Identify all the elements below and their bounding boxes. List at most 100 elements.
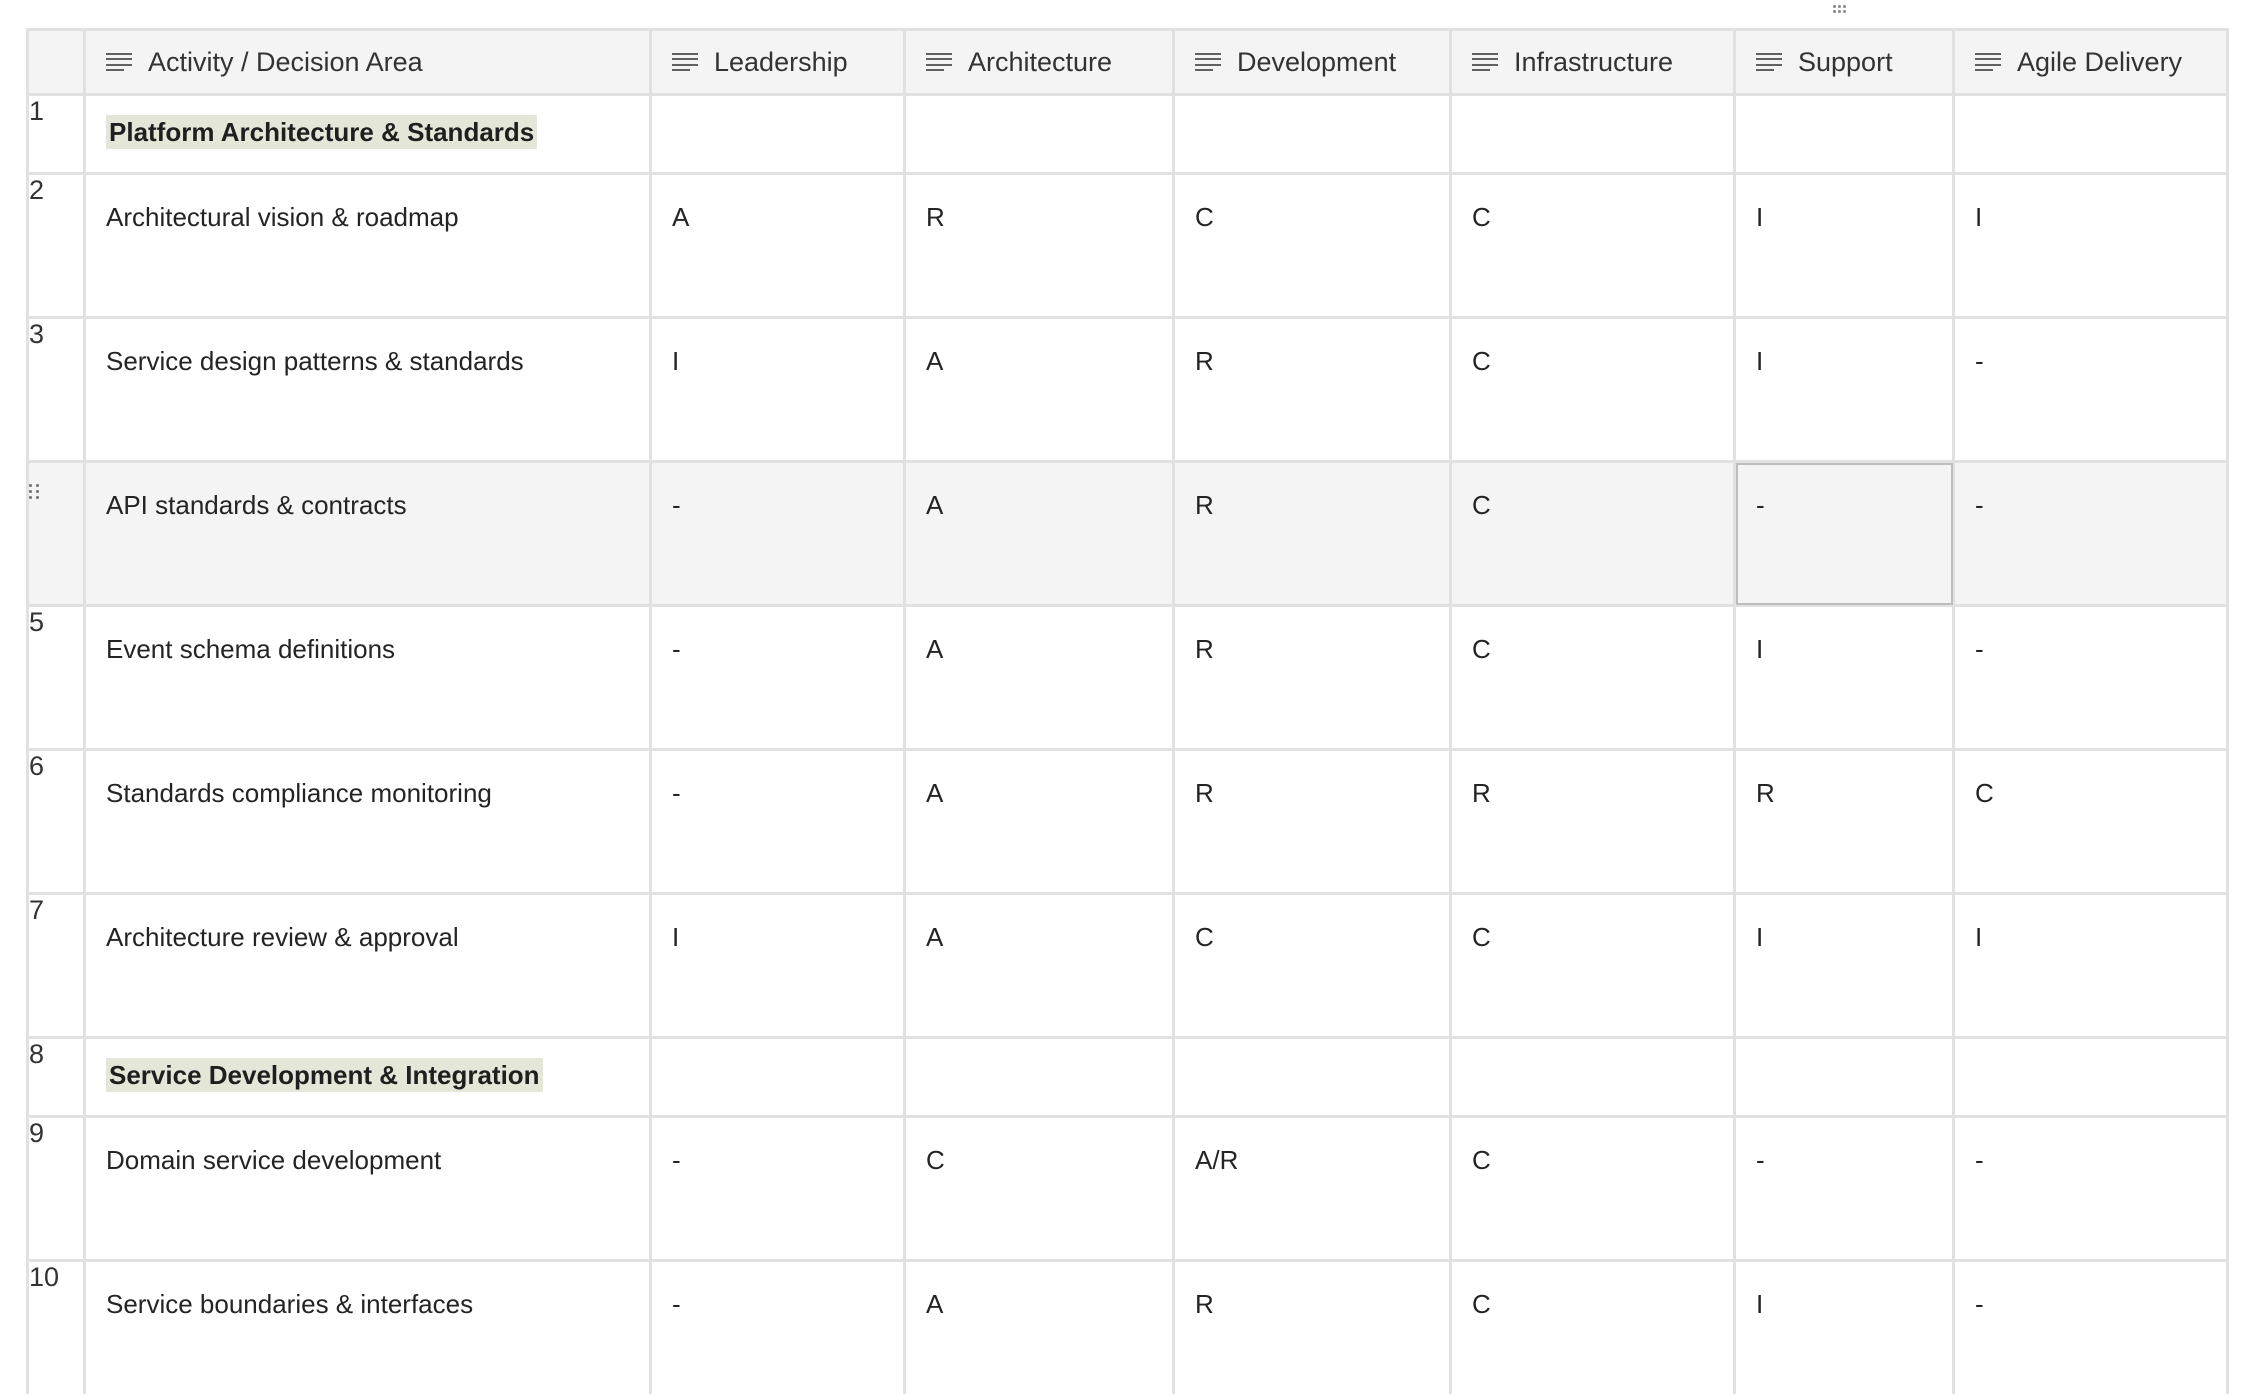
row-number: 10: [26, 1259, 86, 1394]
table-cell[interactable]: A: [649, 172, 906, 319]
table-cell[interactable]: C: [1449, 604, 1736, 751]
table-cell[interactable]: -: [649, 604, 906, 751]
table-cell[interactable]: A/R: [1172, 1115, 1452, 1262]
table-cell[interactable]: I: [1733, 172, 1955, 319]
table-cell[interactable]: A: [903, 460, 1175, 607]
table-cell[interactable]: I: [1952, 892, 2229, 1039]
table-cell[interactable]: [1449, 1036, 1736, 1118]
table-cell[interactable]: [1449, 93, 1736, 175]
table-cell[interactable]: R: [1172, 604, 1452, 751]
table-row[interactable]: 5 Event schema definitions - A R C I -: [26, 604, 2229, 751]
table-row[interactable]: 10 Service boundaries & interfaces - A R…: [26, 1259, 2229, 1394]
raci-value: I: [1975, 202, 1983, 232]
table-cell[interactable]: -: [1952, 604, 2229, 751]
table-cell[interactable]: [903, 1036, 1175, 1118]
table-cell[interactable]: [649, 93, 906, 175]
table-cell[interactable]: [1172, 93, 1452, 175]
text-field-icon: [672, 53, 698, 71]
table-cell[interactable]: [1733, 1036, 1955, 1118]
table-cell[interactable]: I: [1733, 316, 1955, 463]
column-header-development[interactable]: Development: [1172, 28, 1452, 96]
column-header-infrastructure[interactable]: Infrastructure: [1449, 28, 1736, 96]
table-cell[interactable]: -: [1733, 1115, 1955, 1262]
table-cell[interactable]: A: [903, 316, 1175, 463]
table-cell[interactable]: I: [1952, 172, 2229, 319]
section-row[interactable]: 8 Service Development & Integration: [26, 1036, 2229, 1118]
table-cell[interactable]: R: [1172, 460, 1452, 607]
activity-cell[interactable]: Service Development & Integration: [83, 1036, 652, 1118]
table-cell[interactable]: C: [1449, 1115, 1736, 1262]
table-cell[interactable]: C: [1449, 460, 1736, 607]
table-cell[interactable]: R: [1449, 748, 1736, 895]
table-cell[interactable]: R: [1172, 1259, 1452, 1394]
table-cell[interactable]: A: [903, 748, 1175, 895]
table-cell[interactable]: I: [1733, 1259, 1955, 1394]
activity-cell[interactable]: API standards & contracts: [83, 460, 652, 607]
table-cell[interactable]: -: [1952, 1259, 2229, 1394]
table-row[interactable]: 2 Architectural vision & roadmap A R C C…: [26, 172, 2229, 319]
column-header-architecture[interactable]: Architecture: [903, 28, 1175, 96]
activity-cell[interactable]: Service design patterns & standards: [83, 316, 652, 463]
raci-value: I: [672, 346, 680, 376]
activity-cell[interactable]: Standards compliance monitoring: [83, 748, 652, 895]
table-cell[interactable]: [1952, 93, 2229, 175]
table-cell[interactable]: A: [903, 604, 1175, 751]
column-header-support[interactable]: Support: [1733, 28, 1955, 96]
table-cell[interactable]: R: [1172, 316, 1452, 463]
table-cell[interactable]: C: [1172, 892, 1452, 1039]
table-row[interactable]: 6 Standards compliance monitoring - A R …: [26, 748, 2229, 895]
raci-value: -: [672, 1289, 681, 1319]
table-cell[interactable]: C: [1952, 748, 2229, 895]
table-row[interactable]: API standards & contracts - A R C - -: [26, 460, 2229, 607]
table-cell[interactable]: [649, 1036, 906, 1118]
text-field-icon: [106, 53, 132, 71]
table-cell[interactable]: C: [1449, 1259, 1736, 1394]
table-cell[interactable]: R: [1172, 748, 1452, 895]
table-cell[interactable]: -: [649, 1259, 906, 1394]
table-cell[interactable]: -: [649, 748, 906, 895]
row-number: 5: [26, 604, 86, 751]
raci-value: C: [1195, 922, 1214, 952]
table-cell[interactable]: A: [903, 892, 1175, 1039]
activity-cell[interactable]: Event schema definitions: [83, 604, 652, 751]
activity-cell[interactable]: Service boundaries & interfaces: [83, 1259, 652, 1394]
table-cell[interactable]: -: [1952, 316, 2229, 463]
table-cell[interactable]: R: [903, 172, 1175, 319]
table-cell[interactable]: -: [649, 1115, 906, 1262]
table-cell[interactable]: -: [1952, 460, 2229, 607]
column-header-leadership[interactable]: Leadership: [649, 28, 906, 96]
table-cell[interactable]: C: [1449, 316, 1736, 463]
activity-cell[interactable]: Domain service development: [83, 1115, 652, 1262]
table-cell[interactable]: -: [1952, 1115, 2229, 1262]
activity-cell[interactable]: Platform Architecture & Standards: [83, 93, 652, 175]
column-drag-handle-icon[interactable]: [1833, 2, 1847, 16]
section-row[interactable]: 1 Platform Architecture & Standards: [26, 93, 2229, 175]
table-cell[interactable]: I: [1733, 892, 1955, 1039]
raci-value: C: [1472, 1145, 1491, 1175]
activity-cell[interactable]: Architectural vision & roadmap: [83, 172, 652, 319]
selected-cell[interactable]: -: [1733, 460, 1955, 607]
table-cell[interactable]: [1172, 1036, 1452, 1118]
table-cell[interactable]: I: [649, 892, 906, 1039]
column-header-agile-delivery[interactable]: Agile Delivery: [1952, 28, 2229, 96]
table-cell[interactable]: R: [1733, 748, 1955, 895]
table-cell[interactable]: I: [649, 316, 906, 463]
raci-value: R: [1195, 346, 1214, 376]
raci-value: I: [1975, 922, 1983, 952]
table-cell[interactable]: A: [903, 1259, 1175, 1394]
table-cell[interactable]: C: [903, 1115, 1175, 1262]
activity-cell[interactable]: Architecture review & approval: [83, 892, 652, 1039]
column-header-activity[interactable]: Activity / Decision Area: [83, 28, 652, 96]
table-cell[interactable]: C: [1172, 172, 1452, 319]
table-row[interactable]: 3 Service design patterns & standards I …: [26, 316, 2229, 463]
table-cell[interactable]: I: [1733, 604, 1955, 751]
table-cell[interactable]: C: [1449, 892, 1736, 1039]
table-cell[interactable]: [1733, 93, 1955, 175]
table-row[interactable]: 9 Domain service development - C A/R C -…: [26, 1115, 2229, 1262]
table-row[interactable]: 7 Architecture review & approval I A C C…: [26, 892, 2229, 1039]
table-cell[interactable]: [1952, 1036, 2229, 1118]
table-cell[interactable]: C: [1449, 172, 1736, 319]
row-drag-handle-icon[interactable]: [29, 484, 39, 499]
table-cell[interactable]: [903, 93, 1175, 175]
table-cell[interactable]: -: [649, 460, 906, 607]
